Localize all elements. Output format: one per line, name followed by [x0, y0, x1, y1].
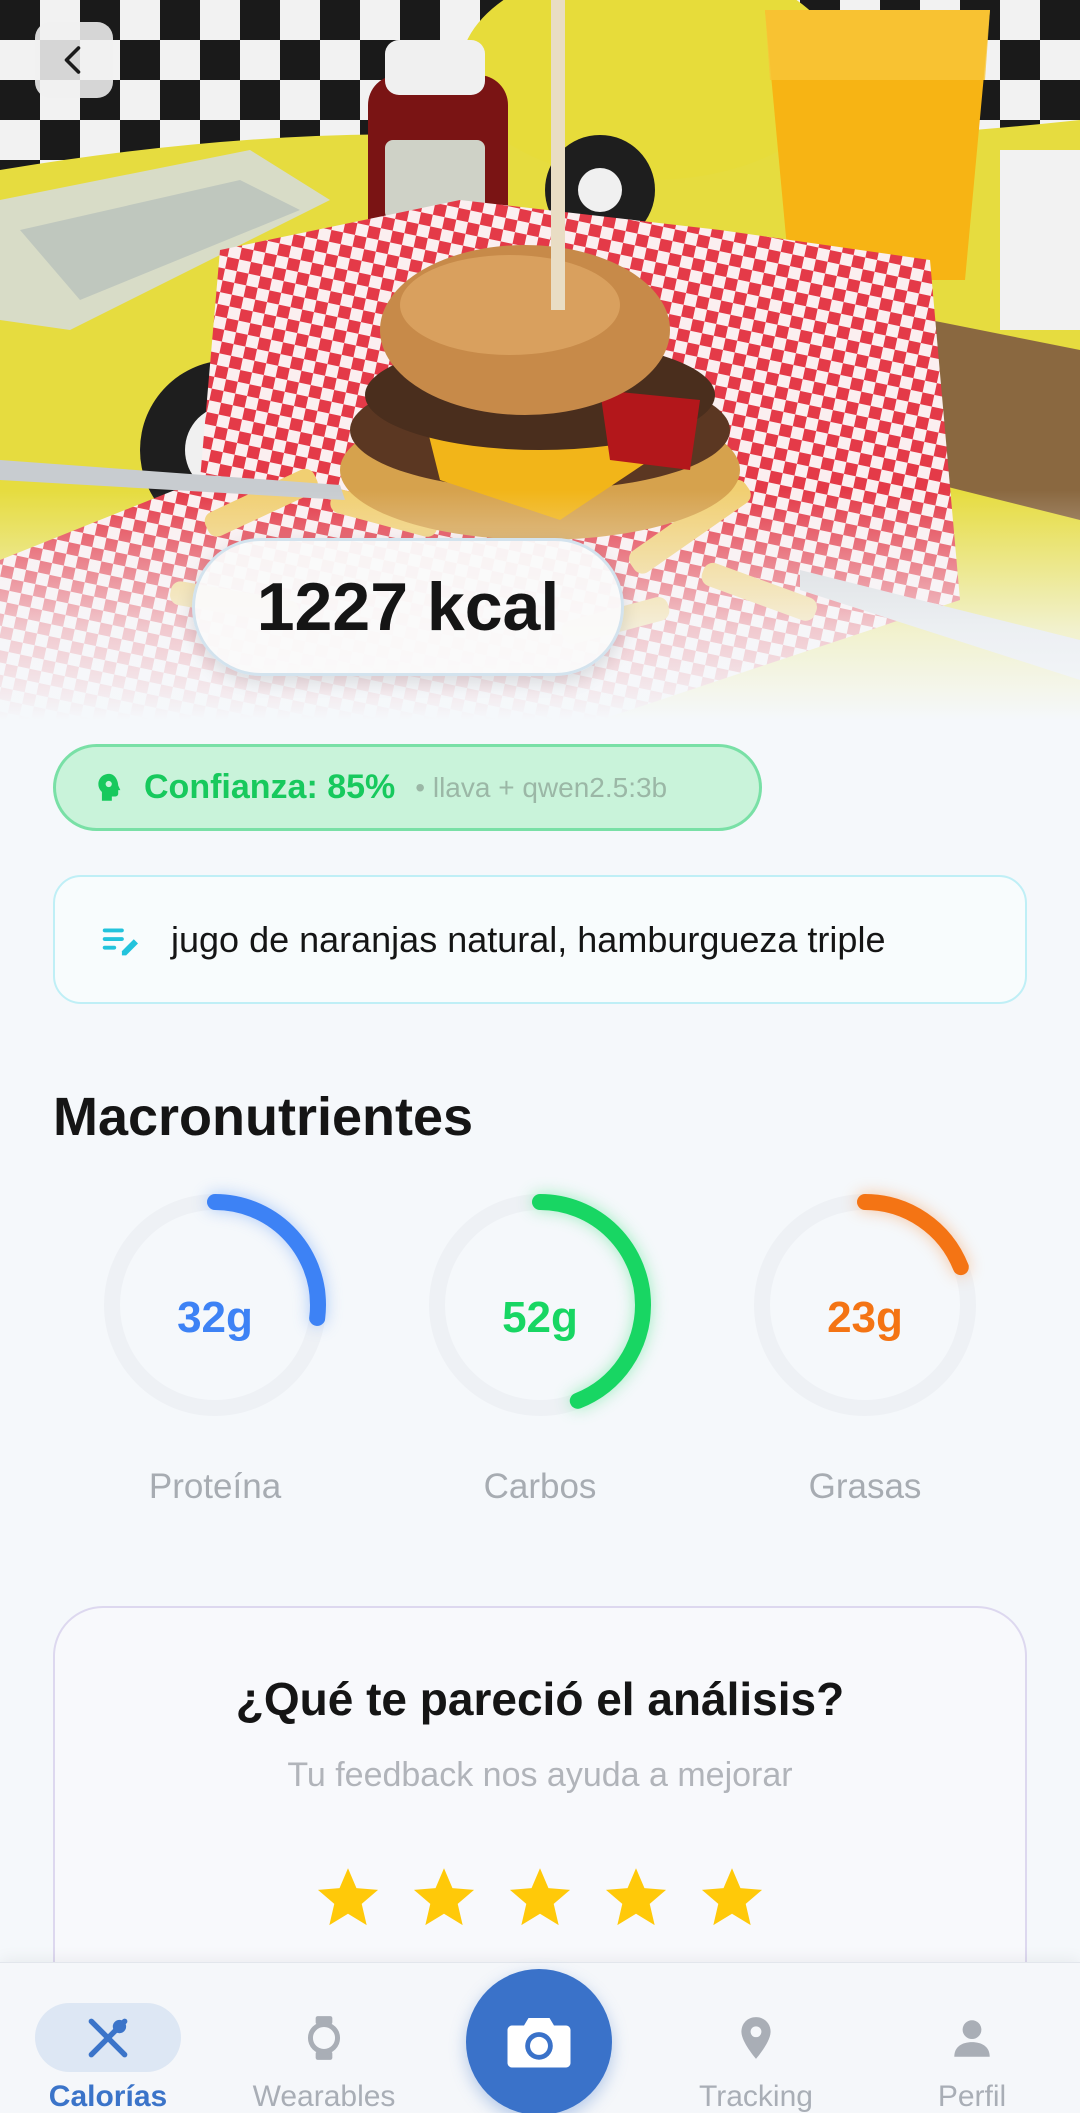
nav-icon-wrap-tracking: [683, 2003, 829, 2072]
fats-label: Grasas: [808, 1467, 922, 1506]
person-icon: [954, 2019, 990, 2057]
fork-spoon-icon: [88, 2018, 128, 2057]
confidence-label: Confianza: 85%: [144, 768, 396, 806]
star-rating: [55, 1863, 1025, 1933]
protein-value: 32g: [177, 1293, 253, 1342]
confidence-badge: Confianza: 85% • llava + qwen2.5:3b: [53, 744, 762, 831]
nav-label-wearables: Wearables: [252, 2080, 396, 2113]
nav-label-perfil: Perfil: [937, 2080, 1007, 2113]
star-icon-5[interactable]: [697, 1863, 767, 1933]
feedback-subtitle: Tu feedback nos ayuda a mejorar: [287, 1756, 793, 1794]
carbs-value: 52g: [502, 1293, 578, 1342]
camera-button[interactable]: [466, 1969, 612, 2113]
edit-note-icon: [102, 928, 139, 955]
nav-item-wearables[interactable]: Wearables: [216, 1963, 432, 2113]
nav-item-tracking[interactable]: Tracking: [648, 1963, 864, 2113]
macros-title: Macronutrientes: [53, 1087, 474, 1147]
nav-label-tracking: Tracking: [699, 2080, 813, 2113]
watch-icon: [307, 2015, 341, 2060]
brain-head-icon: [98, 773, 121, 801]
nav-active-indicator: [35, 2003, 181, 2072]
star-icon-3[interactable]: [505, 1863, 575, 1933]
macro-fats: 23g Grasas: [725, 1185, 1005, 1525]
carbs-label: Carbos: [483, 1467, 597, 1506]
nav-item-calorias[interactable]: Calorías: [0, 1963, 216, 2113]
macro-protein: 32g Proteína: [75, 1185, 355, 1525]
star-icon-2[interactable]: [409, 1863, 479, 1933]
food-description-text: jugo de naranjas natural, hamburgueza tr…: [171, 918, 886, 960]
fats-value: 23g: [827, 1293, 903, 1342]
macro-carbs: 52g Carbos: [400, 1185, 680, 1525]
nav-icon-wrap-perfil: [899, 2003, 1045, 2072]
nav-icon-wrap-wearables: [251, 2003, 397, 2072]
star-icon-4[interactable]: [601, 1863, 671, 1933]
calories-badge: 1227 kcal: [192, 538, 624, 676]
nav-item-perfil[interactable]: Perfil: [864, 1963, 1080, 2113]
model-label: • llava + qwen2.5:3b: [415, 771, 668, 803]
feedback-title: ¿Qué te pareció el análisis?: [235, 1673, 845, 1725]
nav-label-calorias: Calorías: [48, 2080, 168, 2113]
camera-icon: [507, 2018, 571, 2068]
food-description-card[interactable]: jugo de naranjas natural, hamburgueza tr…: [53, 875, 1027, 1004]
star-icon-1[interactable]: [313, 1863, 383, 1933]
chevron-left-icon: [64, 46, 81, 74]
back-button[interactable]: [35, 22, 113, 98]
location-pin-icon: [741, 2016, 771, 2059]
protein-label: Proteína: [148, 1467, 282, 1506]
